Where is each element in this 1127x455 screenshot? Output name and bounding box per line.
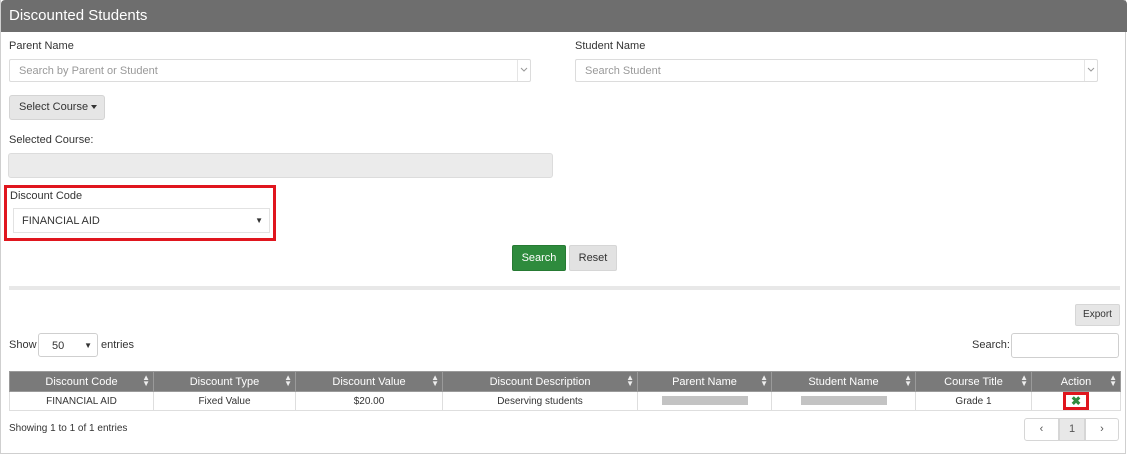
column-header-course-title[interactable]: Course Title ▲ ▼: [915, 371, 1032, 392]
entries-label: entries: [101, 339, 135, 351]
panel-header: Discounted Students: [1, 0, 1127, 32]
discount-code-label: Discount Code: [10, 190, 83, 202]
sort-icon: ▲ ▼: [904, 373, 912, 388]
column-label: Course Title: [944, 375, 1003, 388]
chevron-left-icon: ‹: [1039, 423, 1044, 435]
show-label: Show: [9, 339, 37, 351]
discounted-students-panel: Discounted Students Parent Name Search b…: [0, 0, 1127, 454]
sort-icon: ▲ ▼: [142, 373, 150, 388]
cell-course-title: Grade 1: [915, 391, 1032, 411]
pagination: ‹ 1 ›: [1024, 418, 1119, 441]
sort-icon: ▲ ▼: [431, 373, 439, 388]
cell-action: ✖: [1031, 391, 1121, 411]
select-course-button[interactable]: Select Course: [9, 95, 105, 120]
parent-search-select[interactable]: Search by Parent or Student: [9, 59, 531, 82]
select-course-label: Select Course: [19, 101, 89, 113]
cell-discount-value: $20.00: [295, 391, 443, 411]
student-search-select[interactable]: Search Student: [575, 59, 1098, 82]
discount-code-value: FINANCIAL AID: [22, 215, 100, 227]
student-search-placeholder: Search Student: [585, 65, 661, 77]
column-header-parent-name[interactable]: Parent Name ▲ ▼: [637, 371, 772, 392]
reset-button[interactable]: Reset: [569, 245, 617, 271]
cell-discount-type: Fixed Value: [153, 391, 296, 411]
column-header-discount-code[interactable]: Discount Code ▲ ▼: [9, 371, 154, 392]
selected-course-label: Selected Course:: [9, 134, 94, 146]
panel-title: Discounted Students: [9, 7, 148, 24]
export-button[interactable]: Export: [1075, 304, 1120, 326]
chevron-down-icon: [517, 60, 530, 81]
cell-discount-code: FINANCIAL AID: [9, 391, 154, 411]
next-page-button[interactable]: ›: [1085, 418, 1119, 441]
column-label: Discount Code: [45, 375, 118, 388]
sort-icon: ▲ ▼: [1020, 373, 1028, 388]
section-divider: [9, 286, 1120, 290]
sort-icon: ▲ ▼: [760, 373, 768, 388]
table-search-input[interactable]: [1011, 333, 1119, 358]
dropdown-arrow-icon: ▼: [84, 341, 92, 350]
table-row: FINANCIAL AID Fixed Value $20.00 Deservi…: [9, 391, 1121, 411]
discount-code-select[interactable]: FINANCIAL AID ▼: [13, 208, 270, 233]
column-header-discount-value[interactable]: Discount Value ▲ ▼: [295, 371, 443, 392]
dropdown-arrow-icon: ▼: [255, 216, 263, 225]
sort-icon: ▲ ▼: [1109, 373, 1117, 388]
student-name-label: Student Name: [575, 40, 646, 52]
column-header-discount-description[interactable]: Discount Description ▲ ▼: [442, 371, 638, 392]
delete-button[interactable]: ✖: [1063, 392, 1089, 410]
column-label: Parent Name: [672, 375, 737, 388]
column-label: Discount Value: [332, 375, 406, 388]
sort-icon: ▲ ▼: [626, 373, 634, 388]
redacted-student-name: [800, 396, 887, 406]
previous-page-button[interactable]: ‹: [1024, 418, 1059, 441]
table-info: Showing 1 to 1 of 1 entries: [9, 423, 128, 434]
column-label: Discount Description: [489, 375, 591, 388]
table-search-label: Search:: [972, 339, 1010, 351]
parent-search-placeholder: Search by Parent or Student: [19, 65, 158, 77]
chevron-right-icon: ›: [1100, 423, 1104, 435]
cell-student-name: [771, 391, 916, 411]
caret-down-icon: [91, 105, 98, 110]
chevron-down-icon: [1084, 60, 1097, 81]
column-header-action[interactable]: Action ▲ ▼: [1031, 371, 1121, 392]
discounts-table: Discount Code ▲ ▼ Discount Type ▲ ▼ Discount…: [9, 371, 1121, 411]
cell-description: Deserving students: [442, 391, 638, 411]
cell-parent-name: [637, 391, 772, 411]
redacted-parent-name: [661, 396, 748, 406]
parent-name-label: Parent Name: [9, 40, 74, 52]
column-label: Student Name: [808, 375, 879, 388]
page-length-select[interactable]: 50 ▼: [38, 333, 98, 357]
page-length-value: 50: [52, 340, 65, 352]
table-header-row: Discount Code ▲ ▼ Discount Type ▲ ▼ Discount…: [9, 371, 1121, 392]
search-button[interactable]: Search: [512, 245, 566, 271]
selected-course-field: [8, 153, 553, 178]
page-number-button[interactable]: 1: [1059, 418, 1085, 441]
column-label: Action: [1060, 375, 1092, 388]
column-label: Discount Type: [189, 375, 260, 388]
sort-icon: ▲ ▼: [284, 373, 292, 388]
column-header-student-name[interactable]: Student Name ▲ ▼: [771, 371, 916, 392]
column-header-discount-type[interactable]: Discount Type ▲ ▼: [153, 371, 296, 392]
close-icon: ✖: [1071, 394, 1082, 408]
